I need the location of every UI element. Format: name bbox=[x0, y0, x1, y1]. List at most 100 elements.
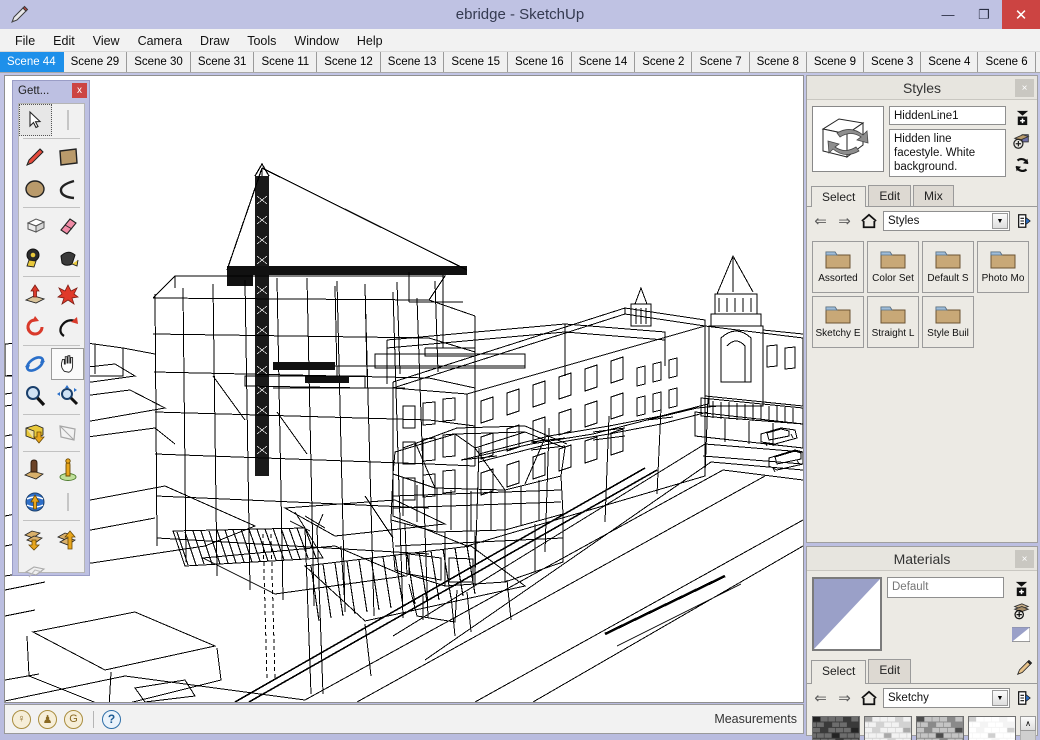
close-button[interactable]: ✕ bbox=[1002, 0, 1040, 29]
position-camera-tool[interactable] bbox=[19, 454, 52, 486]
menu-item-edit[interactable]: Edit bbox=[44, 31, 84, 51]
scene-tab-scene-44[interactable]: Scene 44 bbox=[0, 52, 64, 72]
sample-material-icon[interactable] bbox=[1012, 602, 1031, 620]
menu-item-camera[interactable]: Camera bbox=[129, 31, 191, 51]
help-icon[interactable]: ? bbox=[102, 710, 121, 729]
rotate-tool[interactable] bbox=[19, 311, 52, 343]
scene-tab-scene-5[interactable]: Scene 5 bbox=[1036, 52, 1040, 72]
google-icon[interactable]: G bbox=[64, 710, 83, 729]
style-description-input[interactable]: Hidden line facestyle. White background. bbox=[889, 129, 1006, 177]
scale-tool[interactable] bbox=[52, 279, 85, 311]
share-model-tool[interactable] bbox=[52, 523, 85, 555]
offset-tool[interactable] bbox=[52, 311, 85, 343]
select-tool[interactable] bbox=[19, 104, 52, 136]
menu-item-tools[interactable]: Tools bbox=[238, 31, 285, 51]
material-thumbnail[interactable] bbox=[812, 577, 882, 651]
menu-item-help[interactable]: Help bbox=[348, 31, 392, 51]
style-folder-default-s[interactable]: Default S bbox=[922, 241, 974, 293]
home-icon[interactable] bbox=[859, 212, 878, 230]
dark-brick-swatch[interactable] bbox=[812, 716, 860, 740]
scene-tab-scene-4[interactable]: Scene 4 bbox=[921, 52, 978, 72]
toolbar-close-button[interactable]: x bbox=[72, 83, 87, 98]
white-brick-swatch[interactable] bbox=[968, 716, 1016, 740]
home-icon[interactable] bbox=[859, 689, 878, 707]
style-name-input[interactable]: HiddenLine1 bbox=[889, 106, 1006, 125]
back-icon[interactable]: ⇐ bbox=[811, 212, 830, 230]
chevron-down-icon[interactable]: ▼ bbox=[992, 213, 1008, 229]
forward-icon[interactable]: ⇒ bbox=[835, 689, 854, 707]
move-tool[interactable] bbox=[19, 279, 52, 311]
styles-library-select[interactable]: Styles ▼ bbox=[883, 211, 1010, 231]
styles-panel-close-button[interactable]: × bbox=[1015, 79, 1034, 97]
styles-details-icon[interactable] bbox=[1015, 212, 1033, 230]
create-style-icon[interactable] bbox=[1013, 108, 1032, 126]
style-folder-assorted[interactable]: Assorted bbox=[812, 241, 864, 293]
previous-view-tool[interactable] bbox=[19, 417, 52, 449]
scene-tab-scene-12[interactable]: Scene 12 bbox=[317, 52, 381, 72]
materials-tab-select[interactable]: Select bbox=[811, 660, 866, 684]
create-material-icon[interactable] bbox=[1012, 579, 1031, 597]
scene-tab-scene-6[interactable]: Scene 6 bbox=[978, 52, 1035, 72]
line-tool[interactable] bbox=[19, 141, 52, 173]
arc-tool[interactable] bbox=[52, 173, 85, 205]
scene-tab-scene-8[interactable]: Scene 8 bbox=[750, 52, 807, 72]
styles-tab-edit[interactable]: Edit bbox=[868, 185, 911, 206]
scene-tab-scene-2[interactable]: Scene 2 bbox=[635, 52, 692, 72]
scene-tab-scene-14[interactable]: Scene 14 bbox=[572, 52, 636, 72]
material-swatch-scrollbar[interactable]: ∧ bbox=[1020, 716, 1036, 740]
zoom-tool[interactable] bbox=[19, 380, 52, 412]
menu-item-view[interactable]: View bbox=[84, 31, 129, 51]
scene-tab-scene-29[interactable]: Scene 29 bbox=[64, 52, 128, 72]
scene-tab-scene-9[interactable]: Scene 9 bbox=[807, 52, 864, 72]
medium-brick-swatch[interactable] bbox=[916, 716, 964, 740]
style-folder-straight-l[interactable]: Straight L bbox=[867, 296, 919, 348]
materials-tab-edit[interactable]: Edit bbox=[868, 659, 911, 683]
scene-tab-scene-3[interactable]: Scene 3 bbox=[864, 52, 921, 72]
tape-measure-tool[interactable] bbox=[19, 242, 52, 274]
scene-tab-scene-13[interactable]: Scene 13 bbox=[381, 52, 445, 72]
styles-tab-mix[interactable]: Mix bbox=[913, 185, 954, 206]
orbit-tool[interactable] bbox=[19, 348, 51, 380]
minimize-button[interactable]: — bbox=[930, 0, 966, 29]
default-material-icon[interactable] bbox=[1012, 625, 1031, 643]
scroll-track[interactable] bbox=[1020, 731, 1036, 740]
refresh-style-icon[interactable] bbox=[1013, 156, 1032, 174]
pushpull-tool[interactable] bbox=[19, 210, 52, 242]
style-thumbnail[interactable] bbox=[812, 106, 884, 172]
scene-tab-scene-7[interactable]: Scene 7 bbox=[692, 52, 749, 72]
section-plane-tool[interactable] bbox=[19, 555, 52, 587]
paint-bucket-tool[interactable] bbox=[52, 242, 85, 274]
scene-tab-scene-31[interactable]: Scene 31 bbox=[191, 52, 255, 72]
light-brick-swatch[interactable] bbox=[864, 716, 912, 740]
scene-tab-scene-11[interactable]: Scene 11 bbox=[254, 52, 317, 72]
3d-model-viewport[interactable] bbox=[4, 75, 804, 703]
styles-tab-select[interactable]: Select bbox=[811, 186, 866, 207]
material-name-input[interactable]: Default bbox=[887, 577, 1004, 598]
credits-icon[interactable]: ♟ bbox=[38, 710, 57, 729]
menu-item-window[interactable]: Window bbox=[285, 31, 347, 51]
next-view-tool[interactable] bbox=[52, 417, 85, 449]
circle-tool[interactable] bbox=[19, 173, 52, 205]
eyedropper-icon[interactable] bbox=[1015, 659, 1033, 682]
style-folder-sketchy-e[interactable]: Sketchy E bbox=[812, 296, 864, 348]
zoom-extents-tool[interactable] bbox=[52, 380, 85, 412]
forward-icon[interactable]: ⇒ bbox=[835, 212, 854, 230]
look-around-tool[interactable] bbox=[19, 486, 52, 518]
get-model-tool[interactable] bbox=[19, 523, 52, 555]
menu-item-draw[interactable]: Draw bbox=[191, 31, 238, 51]
back-icon[interactable]: ⇐ bbox=[811, 689, 830, 707]
materials-panel-close-button[interactable]: × bbox=[1015, 550, 1034, 568]
rectangle-tool[interactable] bbox=[52, 141, 85, 173]
maximize-button[interactable]: ❐ bbox=[966, 0, 1002, 29]
chevron-down-icon[interactable]: ▼ bbox=[992, 690, 1008, 706]
materials-library-select[interactable]: Sketchy ▼ bbox=[883, 688, 1010, 708]
style-folder-color-set[interactable]: Color Set bbox=[867, 241, 919, 293]
scene-tab-scene-15[interactable]: Scene 15 bbox=[444, 52, 508, 72]
scroll-up-icon[interactable]: ∧ bbox=[1020, 716, 1036, 731]
eraser-tool[interactable] bbox=[52, 210, 85, 242]
style-folder-style-buil[interactable]: Style Buil bbox=[922, 296, 974, 348]
scene-tab-scene-30[interactable]: Scene 30 bbox=[127, 52, 191, 72]
update-style-icon[interactable] bbox=[1013, 132, 1032, 150]
pan-tool[interactable] bbox=[51, 348, 84, 380]
style-folder-photo-mo[interactable]: Photo Mo bbox=[977, 241, 1029, 293]
